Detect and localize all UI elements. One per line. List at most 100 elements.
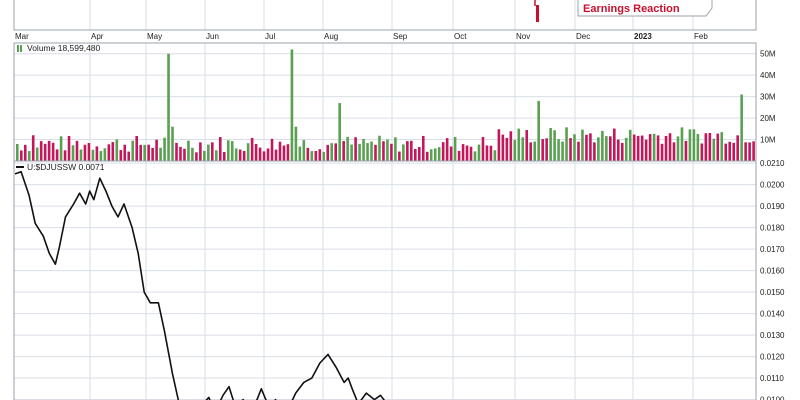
volume-bar — [672, 142, 676, 161]
volume-bar — [736, 135, 739, 161]
volume-bar — [565, 127, 568, 161]
volume-bar — [605, 136, 608, 161]
volume-bar — [163, 137, 166, 161]
x-tick-label: Dec — [576, 32, 590, 41]
volume-bar — [278, 141, 282, 161]
volume-bar — [585, 134, 588, 161]
volume-bar — [441, 142, 445, 161]
volume-bar — [226, 140, 230, 161]
index-y-tick-label: 0.0190 — [760, 202, 785, 211]
volume-bar — [505, 137, 509, 161]
volume-y-tick-label: 30M — [760, 93, 776, 102]
volume-bar — [688, 129, 692, 161]
x-tick-label: Jul — [265, 32, 275, 41]
volume-bar — [601, 130, 604, 161]
volume-bar — [207, 144, 210, 161]
volume-bar — [310, 151, 314, 161]
x-tick-label: Jun — [206, 32, 219, 41]
volume-bar — [501, 134, 505, 161]
volume-bar — [628, 129, 632, 161]
volume-bar — [616, 139, 620, 161]
index-y-tick-label: 0.0180 — [760, 224, 785, 233]
volume-bar — [632, 134, 636, 161]
volume-bar — [656, 135, 660, 161]
volume-bar — [111, 142, 115, 161]
volume-bar — [83, 144, 87, 161]
index-panel: 0.0210 0.0200 0.0190 0.0180 0.0170 0.0160 0.01… — [13, 159, 785, 400]
volume-panel: 50M 40M 30M 20M 10M Volume 18,599,480 — [13, 42, 776, 162]
volume-legend: Volume 18,599,480 — [27, 43, 101, 53]
volume-bar — [270, 138, 274, 161]
volume-bar — [529, 142, 533, 161]
earnings-candle-body — [536, 5, 539, 22]
volume-bar — [493, 150, 497, 161]
volume-bar — [477, 144, 481, 161]
volume-bar — [489, 145, 493, 161]
volume-y-tick-label: 10M — [760, 136, 776, 145]
volume-bar — [676, 136, 680, 161]
volume-bar — [79, 149, 83, 161]
volume-bar — [668, 133, 672, 161]
volume-y-axis: 50M 40M 30M 20M 10M — [760, 50, 776, 145]
volume-bar — [358, 143, 361, 161]
volume-bar — [139, 144, 142, 161]
volume-bar — [155, 139, 158, 161]
volume-bar — [195, 152, 198, 161]
volume-bar — [541, 139, 544, 161]
volume-bar — [211, 142, 214, 161]
volume-bar — [366, 143, 369, 161]
x-axis-month-labels: Mar Apr May Jun Jul Aug Sep Oct Nov Dec 2023 Feb — [15, 32, 708, 41]
volume-bar — [374, 144, 377, 161]
volume-bar — [31, 135, 35, 161]
x-tick-label: Feb — [694, 32, 708, 41]
volume-bar — [330, 143, 334, 161]
volume-bar — [115, 139, 119, 161]
volume-bar — [744, 142, 747, 161]
index-legend: U:$DJUSSW 0.0071 — [27, 162, 105, 172]
volume-bar — [664, 135, 668, 161]
volume-bar — [187, 140, 190, 161]
volume-bar — [179, 146, 182, 161]
volume-bar — [700, 143, 704, 161]
volume-bar — [250, 137, 254, 161]
volume-bar — [720, 132, 724, 161]
volume-bar — [680, 127, 684, 161]
volume-bar — [437, 147, 441, 161]
volume-bar — [234, 148, 238, 161]
volume-bar — [370, 141, 373, 161]
volume-bar — [167, 53, 170, 161]
volume-bar — [354, 137, 357, 161]
volume-bar — [27, 151, 31, 161]
volume-bar — [91, 149, 95, 161]
volume-bar — [525, 130, 529, 161]
volume-bar — [51, 142, 55, 161]
volume-bar — [410, 140, 413, 161]
volume-bar — [648, 134, 652, 161]
volume-bar — [274, 149, 278, 161]
volume-bar — [545, 138, 548, 161]
x-tick-label: 2023 — [634, 32, 652, 41]
volume-bar — [485, 145, 489, 161]
volume-bar — [620, 142, 624, 161]
volume-bar — [457, 150, 461, 161]
volume-y-tick-label: 40M — [760, 71, 776, 80]
volume-bar — [306, 147, 310, 161]
volume-bar — [402, 144, 405, 161]
volume-bar — [135, 136, 138, 161]
volume-bar — [517, 128, 521, 161]
volume-bar — [716, 133, 720, 161]
volume-bar — [704, 133, 708, 161]
volume-bar — [262, 151, 266, 161]
volume-bar — [171, 126, 174, 161]
volume-bar — [533, 141, 536, 161]
volume-bar — [581, 129, 584, 161]
volume-bar — [266, 148, 270, 161]
volume-bar — [350, 144, 353, 161]
volume-bar — [314, 150, 318, 161]
volume-bar — [218, 137, 222, 161]
volume-bar — [481, 136, 485, 161]
volume-bar — [453, 137, 457, 161]
volume-bar — [63, 150, 67, 161]
volume-bar — [362, 138, 365, 161]
volume-bar — [338, 103, 341, 161]
